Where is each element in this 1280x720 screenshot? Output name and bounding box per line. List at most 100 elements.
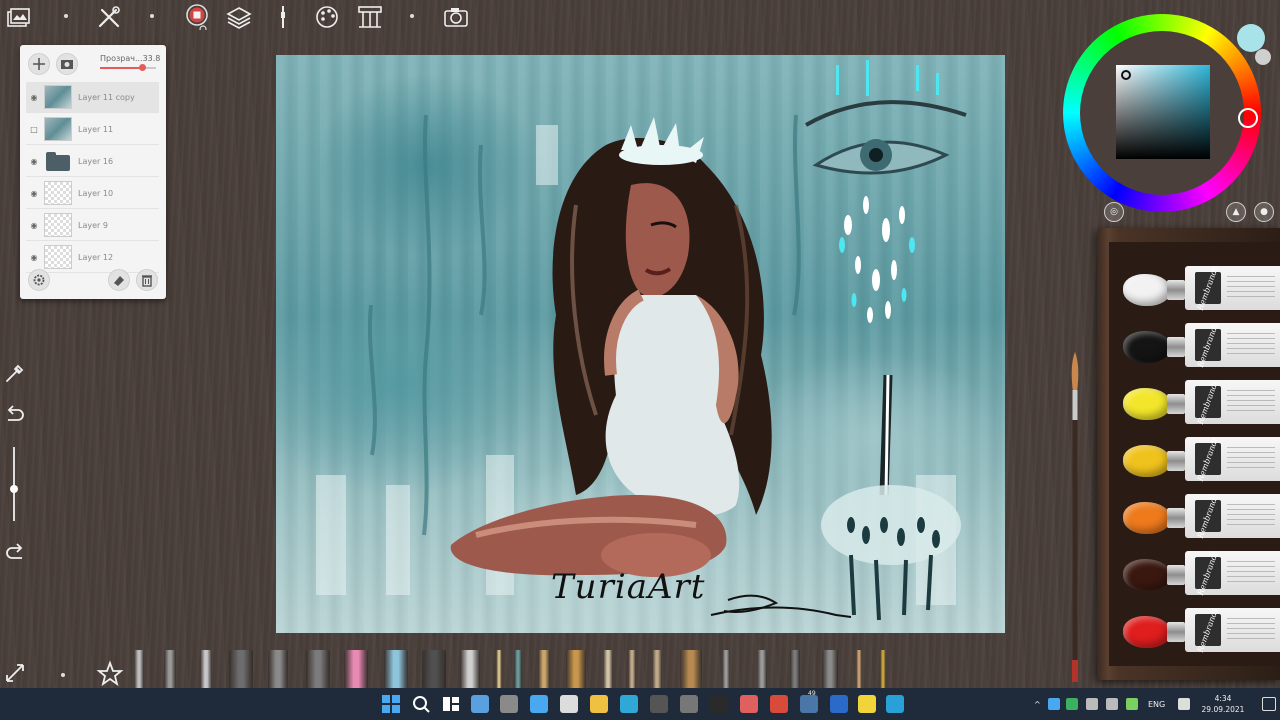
add-image-layer-button[interactable] — [56, 53, 78, 75]
layers-icon[interactable] — [226, 4, 252, 30]
saturation-value-square[interactable] — [1116, 65, 1210, 159]
start-icon[interactable] — [381, 694, 401, 714]
paint-tube[interactable]: Rembrandt — [1109, 549, 1280, 597]
opacity-slider[interactable] — [100, 64, 156, 71]
drawing-canvas[interactable]: TuriaArt — [276, 55, 1005, 633]
paint-tube[interactable]: Rembrandt — [1109, 378, 1280, 426]
fan-brush-tool[interactable] — [566, 650, 586, 688]
delete-layer-button[interactable] — [136, 269, 158, 291]
paint-tube[interactable]: Rembrandt — [1109, 606, 1280, 654]
paint-tube[interactable]: Rembrandt — [1109, 435, 1280, 483]
eye-icon[interactable]: ◉ — [26, 93, 42, 102]
app-icon[interactable] — [680, 695, 698, 713]
chevron-up-icon[interactable]: ^ — [1034, 700, 1041, 709]
smudge-tool[interactable] — [306, 650, 330, 688]
flat-brush-tool[interactable] — [538, 650, 550, 688]
brush-size-slider[interactable] — [10, 447, 18, 521]
wide-brush-tool[interactable] — [680, 650, 702, 688]
paint-tube[interactable]: Rembrandt — [1109, 492, 1280, 540]
filbert-brush-tool[interactable] — [652, 650, 662, 688]
notification-icon[interactable] — [1262, 697, 1276, 711]
liner-brush-tool[interactable] — [628, 650, 636, 688]
paintbrush-icon[interactable] — [1068, 352, 1082, 682]
camera-icon[interactable] — [443, 4, 469, 30]
gold-pen-tool[interactable] — [880, 650, 886, 688]
blade-tool[interactable] — [200, 650, 212, 688]
record-icon[interactable] — [740, 695, 758, 713]
ink-pen-tool[interactable] — [722, 650, 730, 688]
store-icon[interactable] — [530, 695, 548, 713]
clock[interactable]: 4:34 29.09.2021 — [1196, 693, 1250, 715]
redo-icon[interactable] — [4, 542, 26, 564]
chrome-icon[interactable] — [770, 695, 788, 713]
color-mode-icon[interactable]: ◎ — [1104, 202, 1124, 222]
hidden-eye-icon[interactable]: □ — [26, 125, 42, 134]
secondary-color-swatch[interactable] — [1255, 49, 1271, 65]
sticky-icon[interactable] — [858, 695, 876, 713]
eye-icon[interactable]: ◉ — [26, 221, 42, 230]
marker-tool[interactable] — [514, 650, 522, 688]
layer-row[interactable]: ◉ Layer 12 — [26, 242, 159, 273]
microphone-icon[interactable] — [1126, 698, 1138, 710]
eye-icon[interactable]: ◉ — [26, 253, 42, 262]
palette-icon[interactable] — [314, 4, 340, 30]
widgets-icon[interactable] — [471, 695, 489, 713]
color-wheel[interactable] — [1063, 14, 1261, 212]
keyboard-icon[interactable] — [1086, 698, 1098, 710]
app-blue-icon[interactable] — [830, 695, 848, 713]
vk-icon[interactable] — [800, 695, 818, 713]
fan-knife-tool[interactable] — [164, 650, 176, 688]
stop-record-icon[interactable] — [184, 4, 210, 33]
eraser-blue-tool[interactable] — [384, 650, 408, 688]
security-icon[interactable] — [1066, 698, 1078, 710]
pen-icon[interactable] — [1106, 698, 1118, 710]
layer-row[interactable]: □ Layer 11 — [26, 114, 159, 145]
file-explorer-icon[interactable] — [590, 695, 608, 713]
eye-icon[interactable]: ◉ — [26, 157, 42, 166]
layer-row[interactable]: ◉ Layer 9 — [26, 210, 159, 241]
water-drop-icon[interactable]: ● — [1254, 202, 1274, 222]
eye-icon[interactable]: ◉ — [26, 189, 42, 198]
undo-icon[interactable] — [4, 404, 26, 426]
hue-cursor[interactable] — [1238, 108, 1258, 128]
detail-brush-tool[interactable] — [856, 650, 862, 688]
layer-settings-button[interactable] — [28, 269, 50, 291]
nib-pen-tool[interactable] — [790, 650, 800, 688]
telegram-icon[interactable] — [886, 695, 904, 713]
opacity-slider-knob[interactable] — [138, 64, 146, 71]
eraser-pink-tool[interactable] — [344, 650, 368, 688]
brush-preset-icon[interactable]: ▲ — [1226, 202, 1246, 222]
caliper-tool[interactable] — [268, 650, 288, 688]
gallery-icon[interactable] — [6, 6, 32, 32]
thin-brush-tool[interactable] — [496, 650, 502, 688]
add-layer-button[interactable] — [28, 53, 50, 75]
airbrush-tool[interactable] — [460, 650, 480, 688]
search-icon[interactable] — [411, 694, 431, 714]
paint-tube[interactable]: Rembrandt — [1109, 264, 1280, 312]
current-color-swatch[interactable] — [1237, 24, 1265, 52]
brush-settings-icon[interactable] — [270, 4, 296, 30]
tools-icon[interactable] — [96, 4, 122, 30]
eraser-button[interactable] — [108, 269, 130, 291]
font-app-icon[interactable] — [560, 695, 578, 713]
rebelle-icon[interactable] — [710, 695, 728, 713]
favorites-star-icon[interactable] — [96, 660, 124, 688]
layer-row[interactable]: ◉ Layer 11 copy — [26, 82, 159, 113]
layer-row[interactable]: ◉ Layer 16 — [26, 146, 159, 177]
task-view-icon[interactable] — [441, 694, 461, 714]
settings-icon[interactable] — [500, 695, 518, 713]
sv-cursor[interactable] — [1121, 70, 1131, 80]
dip-pen-tool[interactable] — [757, 650, 767, 688]
paint-tube[interactable]: Rembrandt — [1109, 321, 1280, 369]
edge-icon[interactable] — [620, 695, 638, 713]
trace-icon[interactable] — [357, 4, 383, 30]
brush-size-knob[interactable] — [10, 485, 18, 493]
network-icon[interactable] — [1178, 698, 1190, 710]
fullscreen-icon[interactable] — [4, 662, 26, 684]
language-indicator[interactable]: ENG — [1148, 700, 1165, 709]
pencil-block-tool[interactable] — [229, 650, 253, 688]
round-brush-tool[interactable] — [603, 650, 613, 688]
knife-tool[interactable] — [134, 650, 144, 688]
layer-row[interactable]: ◉ Layer 10 — [26, 178, 159, 209]
graphite-tool[interactable] — [822, 650, 838, 688]
